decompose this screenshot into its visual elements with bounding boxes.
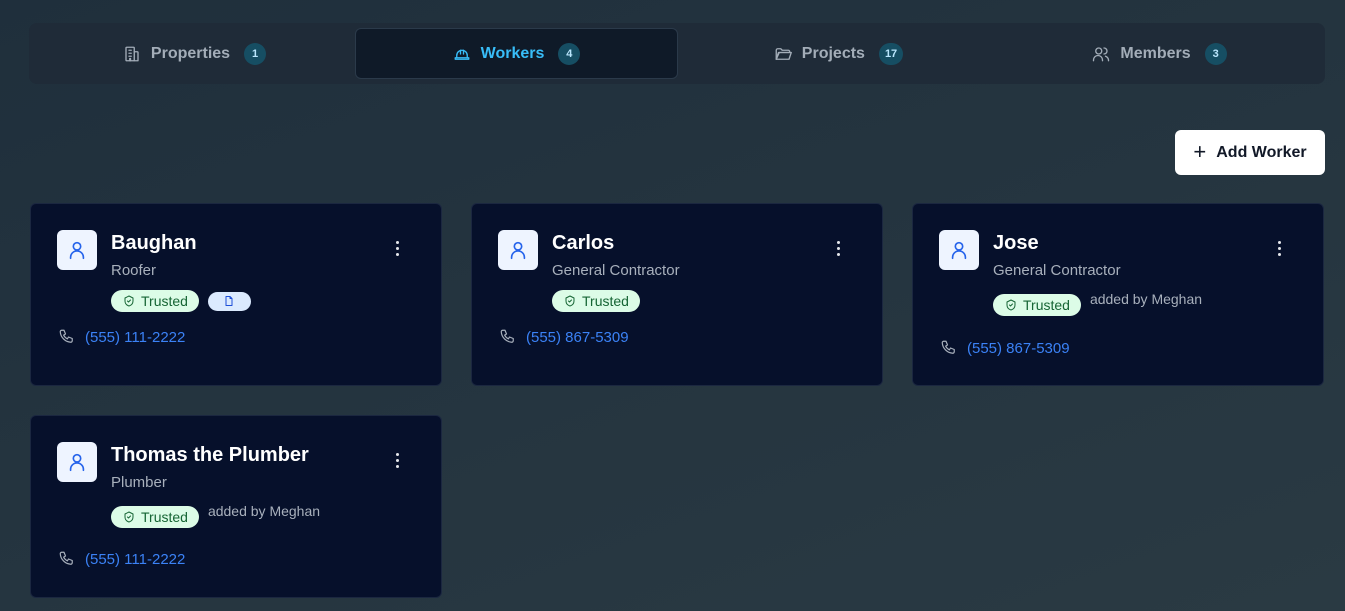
- avatar: [498, 230, 538, 270]
- worker-role: General Contractor: [552, 262, 680, 279]
- trusted-badge: Trusted: [552, 290, 640, 312]
- phone-link[interactable]: (555) 867-5309: [526, 329, 629, 346]
- worker-card[interactable]: Thomas the Plumber Plumber Trusted added…: [30, 415, 442, 598]
- phone-link[interactable]: (555) 111-2222: [85, 329, 185, 346]
- user-icon: [510, 241, 526, 260]
- tab-members[interactable]: Members 3: [999, 28, 1320, 79]
- badge-row: Trusted added by Meghan: [993, 291, 1203, 316]
- more-menu-icon[interactable]: [1269, 238, 1289, 258]
- tab-label: Members: [1120, 44, 1191, 62]
- worker-role: Plumber: [111, 474, 167, 491]
- more-menu-icon[interactable]: [828, 238, 848, 258]
- document-badge[interactable]: [207, 291, 251, 311]
- added-by-text: added by Meghan: [207, 503, 321, 519]
- avatar: [939, 230, 979, 270]
- shield-check-icon: [1006, 299, 1016, 311]
- worker-name: Carlos: [552, 232, 615, 254]
- shield-check-icon: [124, 511, 134, 523]
- more-menu-icon[interactable]: [387, 238, 407, 258]
- phone-icon: [59, 329, 73, 343]
- worker-role: General Contractor: [993, 262, 1121, 279]
- shield-check-icon: [565, 295, 575, 307]
- phone-row: (555) 867-5309: [499, 328, 629, 346]
- badge-row: Trusted: [552, 290, 640, 312]
- phone-row: (555) 111-2222: [58, 328, 185, 346]
- trusted-badge: Trusted: [111, 290, 199, 312]
- count-badge: 3: [1204, 42, 1227, 65]
- document-icon: [225, 296, 233, 306]
- user-icon: [951, 241, 967, 260]
- worker-name: Baughan: [111, 232, 197, 254]
- count-badge: 17: [878, 42, 904, 65]
- tab-workers[interactable]: Workers 4: [355, 28, 678, 79]
- add-worker-button[interactable]: + Add Worker: [1175, 130, 1325, 175]
- tab-projects[interactable]: Projects 17: [678, 28, 999, 79]
- phone-link[interactable]: (555) 111-2222: [85, 551, 185, 568]
- tab-label: Workers: [480, 44, 545, 62]
- phone-link[interactable]: (555) 867-5309: [967, 340, 1070, 357]
- badge-row: Trusted added by Meghan: [111, 503, 321, 528]
- tab-bar: Properties 1 Workers 4 Projects 17 Membe…: [29, 23, 1325, 84]
- user-icon: [69, 453, 85, 472]
- users-icon: [1092, 45, 1110, 63]
- add-worker-label: Add Worker: [1216, 143, 1307, 161]
- phone-icon: [59, 551, 73, 565]
- count-badge: 4: [558, 42, 581, 65]
- tab-label: Projects: [801, 44, 865, 62]
- worker-name: Jose: [993, 232, 1039, 254]
- tab-label: Properties: [150, 44, 231, 62]
- avatar: [57, 442, 97, 482]
- worker-card[interactable]: Jose General Contractor Trusted added by…: [912, 203, 1324, 386]
- folder-icon: [774, 45, 792, 63]
- phone-row: (555) 867-5309: [940, 339, 1070, 357]
- worker-card[interactable]: Baughan Roofer Trusted (555) 111-2222: [30, 203, 442, 386]
- more-menu-icon[interactable]: [387, 450, 407, 470]
- phone-icon: [500, 329, 514, 343]
- user-icon: [69, 241, 85, 260]
- tab-properties[interactable]: Properties 1: [34, 28, 355, 79]
- trusted-badge: Trusted: [993, 294, 1081, 316]
- building-icon: [123, 45, 141, 63]
- avatar: [57, 230, 97, 270]
- badge-row: Trusted: [111, 290, 251, 312]
- phone-icon: [941, 340, 955, 354]
- hardhat-icon: [453, 45, 471, 63]
- count-badge: 1: [244, 42, 267, 65]
- worker-name: Thomas the Plumber: [111, 444, 309, 466]
- worker-card[interactable]: Carlos General Contractor Trusted (555) …: [471, 203, 883, 386]
- phone-row: (555) 111-2222: [58, 550, 185, 568]
- plus-icon: +: [1193, 138, 1207, 164]
- added-by-text: added by Meghan: [1089, 291, 1203, 307]
- trusted-badge: Trusted: [111, 506, 199, 528]
- worker-role: Roofer: [111, 262, 157, 279]
- shield-check-icon: [124, 295, 134, 307]
